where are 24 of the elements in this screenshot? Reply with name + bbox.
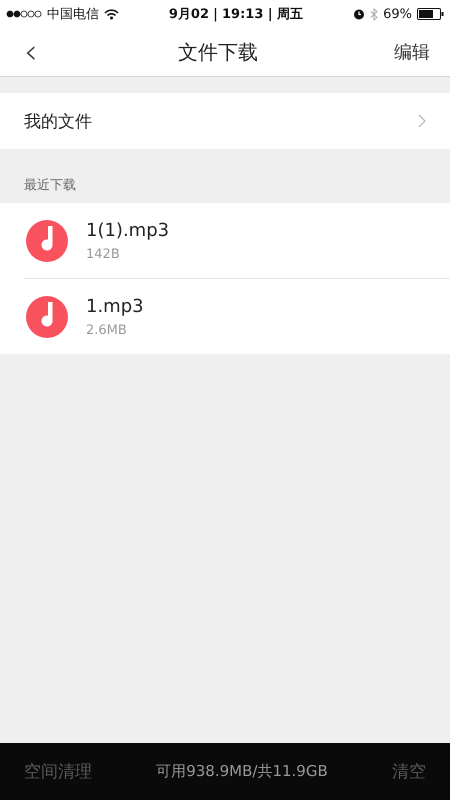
wifi-icon: [104, 8, 119, 20]
file-row[interactable]: 1.mp3 2.6MB: [24, 278, 450, 354]
signal-icon: [6, 10, 42, 18]
alarm-icon: [353, 8, 366, 20]
storage-info: 可用938.9MB/共11.9GB: [156, 762, 328, 781]
music-file-icon: [26, 296, 68, 338]
battery-percent: 69%: [383, 6, 412, 22]
status-time: 9月02｜19:13 | 周五: [168, 6, 304, 23]
file-name: 1.mp3: [86, 296, 144, 316]
chevron-right-icon: [418, 114, 426, 128]
section-header: 最近下载: [24, 177, 76, 194]
edit-button[interactable]: 编辑: [394, 40, 430, 64]
page-title: 文件下载: [178, 38, 258, 66]
file-name: 1(1).mp3: [86, 220, 170, 240]
my-files-label: 我的文件: [24, 110, 92, 132]
file-size: 142B: [86, 246, 121, 262]
my-files-row[interactable]: 我的文件: [0, 93, 450, 149]
music-file-icon: [26, 220, 68, 262]
back-button[interactable]: ‹: [20, 35, 42, 69]
carrier: 中国电信: [47, 6, 99, 23]
file-row[interactable]: 1(1).mp3 142B: [0, 203, 450, 278]
file-size: 2.6MB: [86, 322, 128, 338]
battery-icon: [416, 8, 444, 20]
bluetooth-icon: [370, 8, 378, 20]
